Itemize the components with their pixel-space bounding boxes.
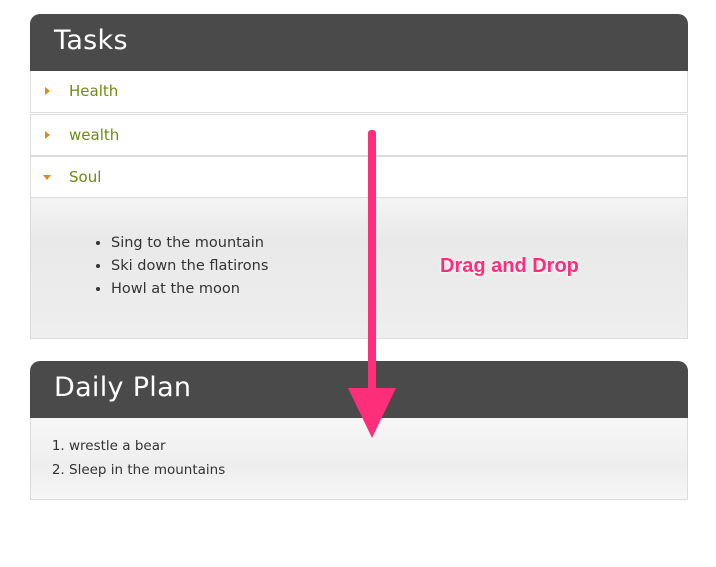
caret-right-icon [45, 131, 50, 139]
accordion-section-soul[interactable]: Soul [30, 156, 688, 198]
accordion-label-health: Health [69, 82, 119, 100]
drag-and-drop-annotation: Drag and Drop [440, 255, 579, 277]
soul-task-list: Sing to the mountain Ski down the flatir… [87, 232, 268, 301]
caret-down-icon [43, 175, 51, 180]
daily-plan-header: Daily Plan [30, 361, 688, 418]
accordion-section-health[interactable]: Health [30, 71, 688, 113]
accordion-label-soul: Soul [69, 168, 102, 186]
plan-item[interactable]: wrestle a bear [69, 434, 225, 458]
plan-item[interactable]: Sleep in the mountains [69, 458, 225, 482]
draggable-task-item[interactable]: Ski down the flatirons [111, 255, 268, 278]
accordion-label-wealth: wealth [69, 126, 120, 144]
daily-plan-list: wrestle a bear Sleep in the mountains [47, 434, 225, 482]
tasks-panel-title: Tasks [54, 25, 128, 56]
accordion-content-soul: Sing to the mountain Ski down the flatir… [30, 198, 688, 339]
draggable-task-item[interactable]: Sing to the mountain [111, 232, 268, 255]
daily-plan-title: Daily Plan [54, 372, 192, 403]
caret-right-icon [45, 87, 50, 95]
draggable-task-item[interactable]: Howl at the moon [111, 278, 268, 301]
daily-plan-drop-zone[interactable]: wrestle a bear Sleep in the mountains [30, 418, 688, 500]
page: Tasks Health wealth Soul Sing to the mou… [0, 0, 716, 567]
tasks-panel-header: Tasks [30, 14, 688, 71]
accordion-section-wealth[interactable]: wealth [30, 114, 688, 156]
